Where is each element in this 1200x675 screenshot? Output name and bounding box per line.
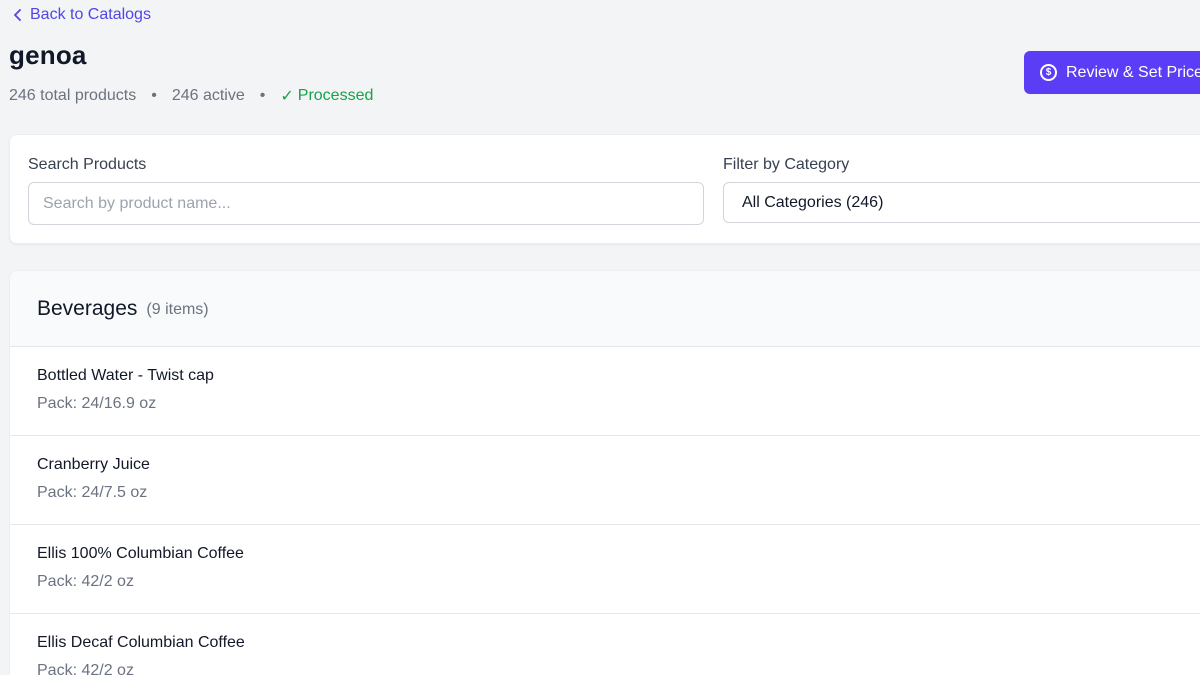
category-filter-label: Filter by Category bbox=[723, 156, 850, 173]
dollar-circle-icon: $ bbox=[1040, 64, 1057, 81]
list-item[interactable]: Cranberry Juice Pack: 24/7.5 oz bbox=[10, 436, 1200, 525]
separator-dot: • bbox=[259, 87, 266, 104]
category-header[interactable]: Beverages (9 items) bbox=[10, 271, 1200, 347]
product-pack: Pack: 24/7.5 oz bbox=[37, 484, 148, 501]
product-list: Beverages (9 items) Bottled Water - Twis… bbox=[9, 270, 1200, 675]
list-item[interactable]: Ellis Decaf Columbian Coffee Pack: 42/2 … bbox=[10, 614, 1200, 675]
product-name: Ellis Decaf Columbian Coffee bbox=[37, 634, 245, 651]
catalog-detail-page: Back to Catalogs genoa 246 total product… bbox=[0, 0, 1200, 675]
product-name: Bottled Water - Twist cap bbox=[37, 367, 214, 384]
product-name: Ellis 100% Columbian Coffee bbox=[37, 545, 244, 562]
status-badge: ✓ Processed bbox=[280, 86, 373, 106]
chevron-left-icon bbox=[14, 9, 21, 21]
total-products-count: 246 total products bbox=[9, 87, 137, 104]
product-pack: Pack: 42/2 oz bbox=[37, 662, 134, 675]
category-select-value: All Categories (246) bbox=[742, 193, 884, 211]
back-link-label: Back to Catalogs bbox=[30, 6, 151, 23]
review-button-label: Review & Set Prices bbox=[1066, 63, 1200, 81]
check-icon: ✓ bbox=[280, 88, 294, 105]
product-name: Cranberry Juice bbox=[37, 456, 150, 473]
filter-panel: Search Products Filter by Category All C… bbox=[9, 134, 1200, 244]
product-pack: Pack: 42/2 oz bbox=[37, 573, 134, 590]
review-set-prices-button[interactable]: $ Review & Set Prices bbox=[1024, 51, 1200, 94]
product-pack: Pack: 24/16.9 oz bbox=[37, 395, 157, 412]
category-select[interactable]: All Categories (246) bbox=[723, 182, 1200, 223]
catalog-meta: 246 total products • 246 active • ✓ Proc… bbox=[9, 86, 373, 106]
list-item[interactable]: Bottled Water - Twist cap Pack: 24/16.9 … bbox=[10, 347, 1200, 436]
active-products-count: 246 active bbox=[171, 87, 245, 104]
separator-dot: • bbox=[151, 87, 157, 104]
category-item-count: (9 items) bbox=[146, 301, 209, 318]
status-label: Processed bbox=[297, 87, 374, 104]
search-input[interactable] bbox=[28, 182, 704, 225]
back-to-catalogs-link[interactable]: Back to Catalogs bbox=[12, 6, 151, 24]
page-title: genoa bbox=[9, 40, 87, 70]
category-name: Beverages bbox=[37, 296, 138, 320]
list-item[interactable]: Ellis 100% Columbian Coffee Pack: 42/2 o… bbox=[10, 525, 1200, 614]
search-label: Search Products bbox=[28, 156, 147, 173]
